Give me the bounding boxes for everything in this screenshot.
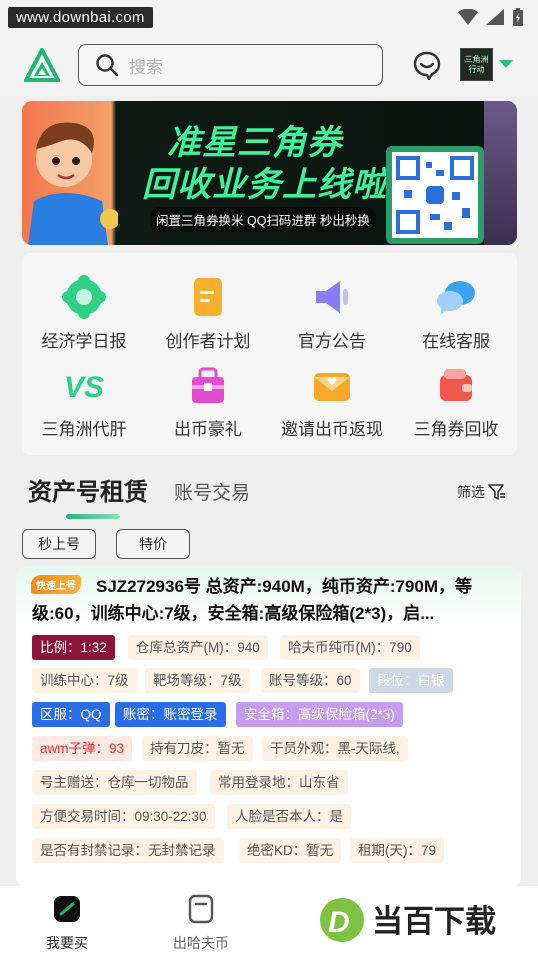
app-header: 搜索 三角洲 行动 xyxy=(0,34,538,96)
menu-item-label: 三角券回收 xyxy=(413,420,499,439)
banner-subtitle: 闲置三角券换米 QQ扫码进群 秒出秒换 xyxy=(150,207,376,232)
active-tab-indicator xyxy=(66,514,120,519)
menu-item-label: 邀请出币返现 xyxy=(281,420,383,439)
tag-trade-time: 方便交易时间：09:30-22:30 xyxy=(32,804,215,829)
filter-button[interactable]: 筛选 xyxy=(457,482,506,502)
message-icon[interactable] xyxy=(412,50,442,85)
filter-chips: 秒上号 特价 xyxy=(0,529,538,561)
wallet-icon xyxy=(434,363,478,407)
tag-owner-gift: 号主赠送：仓库一切物品 xyxy=(32,770,197,795)
nav-buy-label: 我要买 xyxy=(46,935,88,951)
tag-rank: 段位：白银 xyxy=(369,668,453,693)
menu-item-coin-gift[interactable]: 出币豪礼 xyxy=(148,363,268,440)
gift-icon xyxy=(186,363,230,407)
tag-server: 区服：QQ xyxy=(32,702,110,727)
tag-account-level: 账号等级：60 xyxy=(261,668,360,693)
menu-item-economics-daily[interactable]: 经济学日报 xyxy=(24,275,144,352)
battery-icon xyxy=(513,8,523,26)
document-icon xyxy=(186,275,230,319)
tab-asset-rental[interactable]: 资产号租赁 xyxy=(28,472,148,507)
tag-awm-ammo: awm子弹：93 xyxy=(32,736,133,761)
qr-code-icon xyxy=(386,146,484,244)
vs-icon: VS xyxy=(62,363,106,407)
signal-icon xyxy=(486,9,504,25)
chevron-down-icon[interactable] xyxy=(499,60,513,68)
menu-item-delta-boost[interactable]: VS 三角洲代肝 xyxy=(24,363,144,440)
cartoon-character-illustration xyxy=(28,122,118,245)
character-illustration xyxy=(484,101,517,245)
menu-item-invite-cashback[interactable]: 邀请出币返现 xyxy=(272,363,392,440)
tag-login-method: 账密：账密登录 xyxy=(115,702,226,727)
tag-training-center: 训练中心：7级 xyxy=(32,668,137,693)
menu-item-voucher-recycle[interactable]: 三角券回收 xyxy=(396,363,516,440)
envelope-icon xyxy=(310,363,354,407)
sell-icon xyxy=(188,894,214,924)
svg-text:VS: VS xyxy=(64,371,104,404)
promo-banner[interactable]: 准星三角券 回收业务上线啦 闲置三角券换米 QQ扫码进群 秒出秒换 xyxy=(22,101,517,245)
tag-ratio: 比例：1:32 xyxy=(32,635,115,660)
banner-title-line2: 回收业务上线啦 xyxy=(142,166,387,204)
search-input[interactable]: 搜索 xyxy=(78,44,383,86)
chip-instant-login[interactable]: 秒上号 xyxy=(22,529,96,559)
menu-item-label: 官方公告 xyxy=(298,332,366,351)
listing-title: SJZ272936号 总资产:940M，纯币资产:790M，等级:60，训练中心… xyxy=(32,577,472,623)
menu-item-label: 创作者计划 xyxy=(165,332,251,351)
status-bar: www.downbai.com xyxy=(0,0,538,34)
tag-face-verify: 人脸是否本人：是 xyxy=(227,804,351,829)
chat-icon xyxy=(434,275,478,319)
tag-warehouse-assets: 仓库总资产(M)：940 xyxy=(128,635,268,660)
menu-item-label: 出币豪礼 xyxy=(174,420,242,439)
tab-account-trade[interactable]: 账号交易 xyxy=(174,478,250,505)
tag-rental-days: 租期(天)：79 xyxy=(350,838,445,863)
quick-menu: 经济学日报 创作者计划 官方公告 在线客服 VS 三角洲代肝 出币豪礼 邀请出币… xyxy=(22,253,517,455)
tag-range-level: 靶场等级：7级 xyxy=(145,668,250,693)
avatar[interactable]: 三角洲 行动 xyxy=(460,48,493,81)
filter-label: 筛选 xyxy=(457,484,485,500)
tag-haf-coin: 哈夫币纯币(M)：790 xyxy=(280,635,420,660)
listing-card[interactable]: 快速上号 SJZ272936号 总资产:940M，纯币资产:790M，等级:60… xyxy=(16,567,521,887)
bottom-nav: 我要买 出哈夫币 D 当百下载 xyxy=(0,886,538,958)
svg-text:D: D xyxy=(328,906,350,939)
tag-kd: 绝密KD：暂无 xyxy=(239,838,342,863)
menu-item-announcement[interactable]: 官方公告 xyxy=(272,275,392,352)
flower-icon xyxy=(62,275,106,319)
filter-icon xyxy=(488,484,505,500)
site-watermark: www.downbai.com xyxy=(8,7,153,28)
status-icons xyxy=(458,8,524,26)
nav-sell-label: 出哈夫币 xyxy=(173,935,229,951)
search-icon xyxy=(96,54,119,77)
megaphone-icon xyxy=(310,275,354,319)
menu-item-creator-plan[interactable]: 创作者计划 xyxy=(148,275,268,352)
listing-tabs: 资产号租赁 账号交易 筛选 xyxy=(0,470,538,526)
buy-icon xyxy=(54,896,80,922)
app-logo-icon xyxy=(22,45,62,87)
tag-login-location: 常用登录地：山东省 xyxy=(210,770,348,795)
chip-special-price[interactable]: 特价 xyxy=(116,529,190,559)
downbai-logo-text: 当百下载 xyxy=(372,904,496,940)
tag-knife-skin: 持有刀皮：暂无 xyxy=(142,736,253,761)
downbai-watermark-logo: D 当百下载 xyxy=(316,890,526,946)
tag-safe-box: 安全箱：高级保险箱(2*3) xyxy=(236,702,403,727)
menu-item-label: 经济学日报 xyxy=(41,332,127,351)
nav-sell-coin[interactable]: 出哈夫币 xyxy=(156,894,246,953)
menu-item-label: 在线客服 xyxy=(422,332,490,351)
menu-item-label: 三角洲代肝 xyxy=(41,420,127,439)
wifi-icon xyxy=(458,9,478,25)
nav-buy[interactable]: 我要买 xyxy=(22,894,112,953)
menu-item-customer-service[interactable]: 在线客服 xyxy=(396,275,516,352)
tag-ban-record: 是否有封禁记录：无封禁记录 xyxy=(32,838,224,863)
search-placeholder: 搜索 xyxy=(129,57,163,77)
tag-operator-skin: 干员外观：黑-天际线, xyxy=(262,736,408,761)
